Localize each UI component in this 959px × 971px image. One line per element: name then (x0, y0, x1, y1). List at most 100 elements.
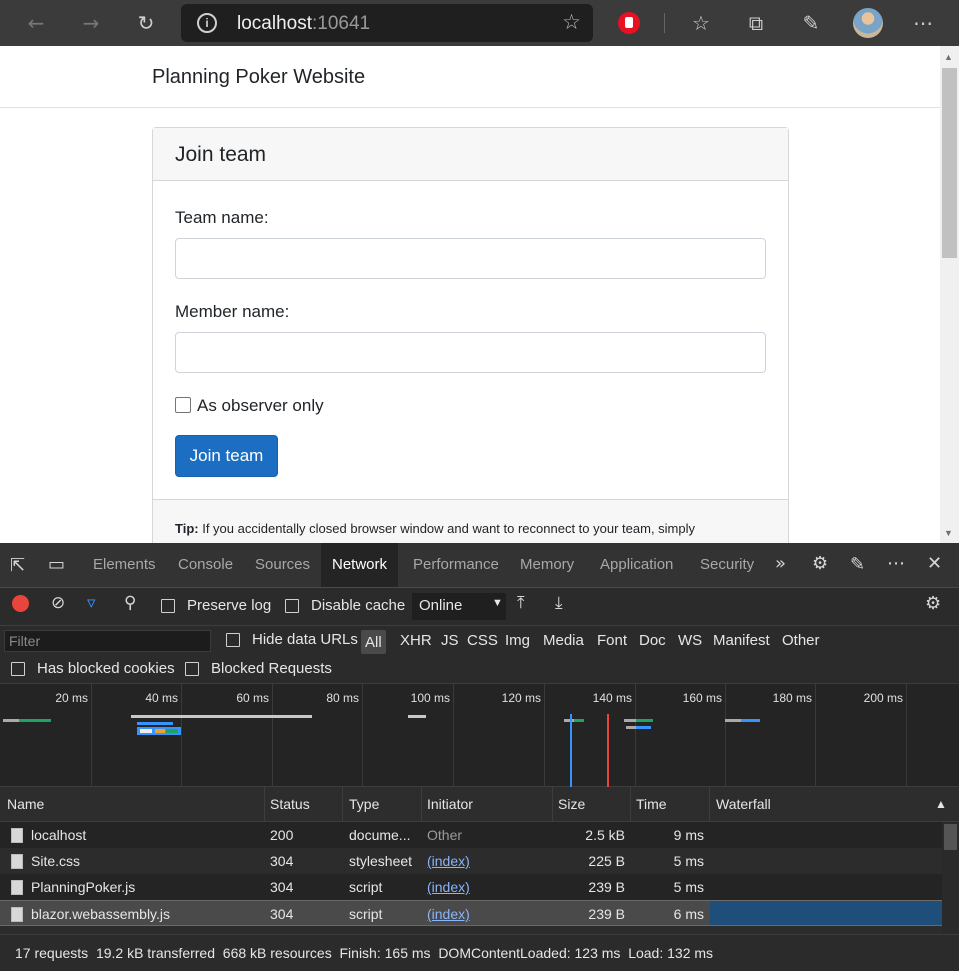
join-team-button[interactable]: Join team (175, 435, 278, 477)
more-options-icon[interactable]: ⋯ (887, 553, 905, 574)
feedback-icon[interactable]: ✎ (850, 554, 865, 575)
record-button[interactable] (12, 595, 29, 612)
request-size: 239 B (588, 906, 625, 922)
table-row[interactable]: localhost 200 docume... Other 2.5 kB 9 m… (0, 822, 942, 848)
tab-security[interactable]: Security (689, 543, 765, 587)
filter-input[interactable]: Filter (4, 630, 211, 652)
hide-data-urls-label[interactable]: Hide data URLs (252, 631, 358, 648)
tab-performance[interactable]: Performance (402, 543, 510, 587)
scroll-up-arrow-icon[interactable]: ▲ (944, 52, 953, 62)
export-har-icon[interactable]: ⤓ (555, 593, 563, 613)
more-tabs-chevron-icon[interactable]: » (775, 553, 786, 574)
table-row[interactable]: PlanningPoker.js 304 script (index) 239 … (0, 874, 942, 900)
browser-toolbar: ← → ↻ i localhost:10641 ☆ ☆ ⧉ ✎ ⋯ (0, 0, 959, 46)
filter-img[interactable]: Img (505, 632, 530, 649)
filter-css[interactable]: CSS (467, 632, 498, 649)
table-scrollbar-thumb[interactable] (944, 824, 957, 850)
observer-checkbox[interactable] (175, 397, 191, 413)
network-settings-gear-icon[interactable]: ⚙ (925, 593, 941, 614)
scrollbar-thumb[interactable] (942, 68, 957, 258)
request-initiator-link[interactable]: (index) (427, 853, 470, 869)
adblock-extension-icon[interactable] (618, 12, 640, 34)
filter-icon[interactable]: ▿ (87, 593, 96, 613)
tab-console[interactable]: Console (167, 543, 244, 587)
grid-line (635, 684, 636, 787)
filter-xhr[interactable]: XHR (400, 632, 432, 649)
filter-js[interactable]: JS (441, 632, 459, 649)
site-info-icon[interactable]: i (197, 13, 217, 33)
request-time: 6 ms (673, 906, 704, 922)
team-name-input[interactable] (175, 238, 766, 279)
tab-application[interactable]: Application (589, 543, 684, 587)
feedback-icon[interactable]: ✎ (796, 8, 826, 38)
devtools-tab-bar: ⇱ ▭ Elements Console Sources Network Per… (0, 543, 959, 588)
filter-media[interactable]: Media (543, 632, 584, 649)
search-icon[interactable]: ⚲ (124, 593, 136, 613)
table-scrollbar[interactable] (942, 822, 959, 934)
member-name-input[interactable] (175, 332, 766, 373)
clear-icon[interactable]: ⊘ (51, 593, 65, 613)
has-blocked-cookies-checkbox[interactable] (11, 662, 25, 676)
filter-other[interactable]: Other (782, 632, 820, 649)
column-type[interactable]: Type (349, 796, 379, 812)
column-size[interactable]: Size (558, 796, 585, 812)
tab-network[interactable]: Network (321, 543, 399, 587)
request-time: 9 ms (673, 827, 704, 843)
column-time[interactable]: Time (636, 796, 667, 812)
import-har-icon[interactable]: ⤒ (517, 593, 525, 613)
filter-font[interactable]: Font (597, 632, 627, 649)
device-toolbar-icon[interactable]: ▭ (48, 554, 65, 575)
column-initiator[interactable]: Initiator (427, 796, 473, 812)
request-bar (131, 715, 312, 718)
grid-line (272, 684, 273, 787)
tab-memory[interactable]: Memory (509, 543, 585, 587)
sort-ascending-icon[interactable]: ▲ (935, 797, 947, 811)
has-blocked-cookies-label[interactable]: Has blocked cookies (37, 660, 175, 677)
network-overview-timeline[interactable]: 20 ms 40 ms 60 ms 80 ms 100 ms 120 ms 14… (0, 684, 959, 787)
forward-icon[interactable]: → (76, 8, 106, 38)
card-title: Join team (175, 143, 267, 166)
hide-data-urls-checkbox[interactable] (226, 633, 240, 647)
tab-elements[interactable]: Elements (82, 543, 167, 587)
scroll-down-arrow-icon[interactable]: ▼ (944, 528, 953, 538)
inspect-element-icon[interactable]: ⇱ (10, 555, 25, 576)
request-initiator-link[interactable]: (index) (427, 879, 470, 895)
profile-avatar[interactable] (853, 8, 883, 38)
observer-label[interactable]: As observer only (197, 396, 324, 416)
filter-ws[interactable]: WS (678, 632, 702, 649)
tick-label: 80 ms (326, 691, 359, 705)
table-row[interactable]: Site.css 304 stylesheet (index) 225 B 5 … (0, 848, 942, 874)
tick-label: 200 ms (863, 691, 903, 705)
blocked-requests-label[interactable]: Blocked Requests (211, 660, 332, 677)
column-waterfall[interactable]: Waterfall (716, 796, 771, 812)
column-status[interactable]: Status (270, 796, 310, 812)
back-icon[interactable]: ← (21, 8, 51, 38)
collections-icon[interactable]: ⧉ (741, 8, 771, 38)
blocked-requests-checkbox[interactable] (185, 662, 199, 676)
favorite-star-icon[interactable]: ☆ (562, 10, 581, 34)
filter-manifest[interactable]: Manifest (713, 632, 770, 649)
disable-cache-checkbox[interactable] (285, 599, 299, 613)
page-scrollbar[interactable]: ▲ ▼ (940, 46, 959, 543)
site-title[interactable]: Planning Poker Website (152, 66, 365, 89)
filter-all-button[interactable]: All (361, 630, 386, 654)
preserve-log-label[interactable]: Preserve log (187, 597, 271, 614)
more-menu-icon[interactable]: ⋯ (908, 8, 938, 38)
document-file-icon (11, 828, 23, 843)
favorites-icon[interactable]: ☆ (686, 8, 716, 38)
table-row-selected[interactable]: blazor.webassembly.js 304 script (index)… (0, 900, 942, 926)
column-name[interactable]: Name (7, 796, 44, 812)
table-row[interactable] (0, 926, 942, 934)
request-initiator-link[interactable]: (index) (427, 906, 470, 922)
throttle-select[interactable]: Online ▼ (412, 593, 506, 620)
disable-cache-label[interactable]: Disable cache (311, 597, 405, 614)
preserve-log-checkbox[interactable] (161, 599, 175, 613)
close-devtools-icon[interactable]: ✕ (927, 553, 942, 574)
refresh-icon[interactable]: ↻ (131, 8, 161, 38)
request-bar (408, 715, 426, 718)
address-bar[interactable]: i localhost:10641 ☆ (181, 4, 593, 42)
tab-sources[interactable]: Sources (244, 543, 321, 587)
request-status: 304 (270, 906, 294, 922)
settings-gear-icon[interactable]: ⚙ (812, 553, 828, 574)
filter-doc[interactable]: Doc (639, 632, 666, 649)
